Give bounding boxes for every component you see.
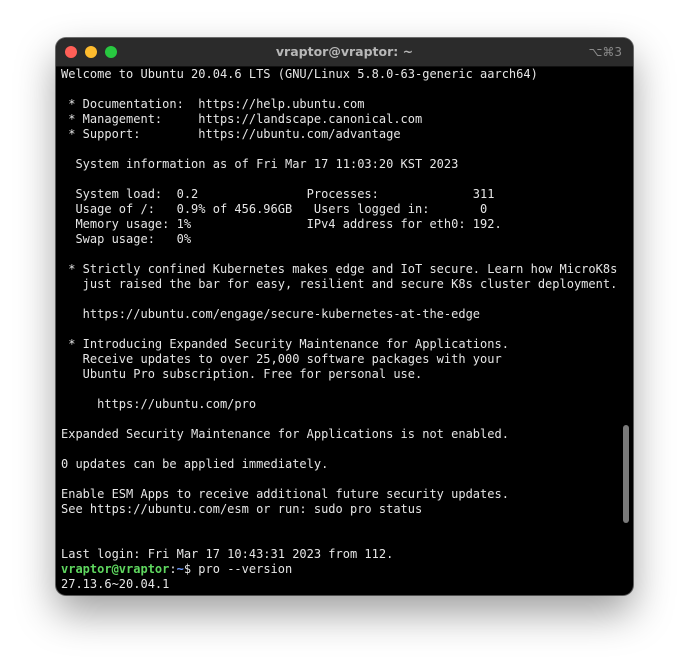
- terminal-line: * Management: https://landscape.canonica…: [61, 112, 423, 126]
- terminal-line: just raised the bar for easy, resilient …: [61, 277, 618, 291]
- terminal-line: Last login: Fri Mar 17 10:43:31 2023 fro…: [61, 547, 394, 561]
- terminal-line: See https://ubuntu.com/esm or run: sudo …: [61, 502, 423, 516]
- prompt-line[interactable]: vraptor@vraptor:~$ pro --version: [61, 562, 621, 577]
- terminal-line: * Strictly confined Kubernetes makes edg…: [61, 262, 618, 276]
- terminal-line: Ubuntu Pro subscription. Free for person…: [61, 367, 423, 381]
- vertical-scrollbar[interactable]: [623, 425, 629, 523]
- window-title: vraptor@vraptor: ~: [275, 44, 414, 59]
- prompt-user-host: vraptor@vraptor: [61, 562, 170, 576]
- prompt-symbol: $: [183, 562, 199, 576]
- terminal-lines: Welcome to Ubuntu 20.04.6 LTS (GNU/Linux…: [61, 67, 621, 562]
- terminal-line: Expanded Security Maintenance for Applic…: [61, 427, 509, 441]
- terminal-line: Usage of /: 0.9% of 456.96GB Users logge…: [61, 202, 488, 216]
- terminal-window: vraptor@vraptor: ~ ⌥⌘3 Welcome to Ubuntu…: [56, 38, 633, 595]
- prompt-path: ~: [176, 562, 184, 576]
- terminal-line: https://ubuntu.com/engage/secure-kuberne…: [61, 307, 481, 321]
- terminal-line: 0 updates can be applied immediately.: [61, 457, 329, 471]
- terminal-line: Enable ESM Apps to receive additional fu…: [61, 487, 509, 501]
- terminal-line: https://ubuntu.com/pro: [61, 397, 257, 411]
- terminal-line: Welcome to Ubuntu 20.04.6 LTS (GNU/Linux…: [61, 67, 538, 81]
- window-shortcut-label: ⌥⌘3: [588, 45, 622, 59]
- terminal-line: Receive updates to over 25,000 software …: [61, 352, 502, 366]
- terminal-line: * Introducing Expanded Security Maintena…: [61, 337, 509, 351]
- terminal-line: System load: 0.2 Processes: 311: [61, 187, 495, 201]
- title-bar[interactable]: vraptor@vraptor: ~ ⌥⌘3: [56, 38, 633, 67]
- terminal-line: * Support: https://ubuntu.com/advantage: [61, 127, 401, 141]
- terminal-output[interactable]: Welcome to Ubuntu 20.04.6 LTS (GNU/Linux…: [61, 67, 621, 593]
- prompt-separator: :: [169, 562, 177, 576]
- command-output-line: 27.13.6~20.04.1: [61, 577, 170, 591]
- terminal-line: Memory usage: 1% IPv4 address for eth0: …: [61, 217, 502, 231]
- terminal-line: Swap usage: 0%: [61, 232, 192, 246]
- prompt-command: pro --version: [198, 562, 293, 576]
- terminal-line: * Documentation: https://help.ubuntu.com: [61, 97, 365, 111]
- terminal-line: System information as of Fri Mar 17 11:0…: [61, 157, 459, 171]
